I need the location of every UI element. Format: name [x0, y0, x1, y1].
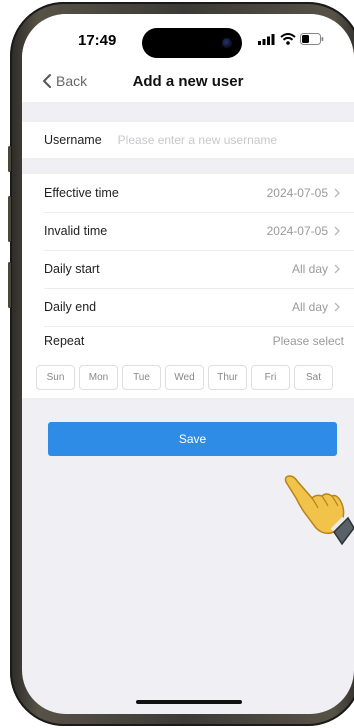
chevron-right-icon [334, 188, 340, 198]
hand-pointer-icon [284, 475, 354, 546]
invalid-time-row[interactable]: Invalid time 2024-07-05 [44, 212, 354, 251]
daily-end-row[interactable]: Daily end All day [44, 288, 354, 327]
day-chip-tue[interactable]: Tue [122, 365, 161, 390]
daily-end-value: All day [291, 300, 328, 314]
volume-up-button [8, 196, 11, 242]
silent-switch [8, 146, 11, 172]
invalid-time-label: Invalid time [44, 224, 108, 238]
camera-icon [222, 38, 232, 48]
status-time: 17:49 [78, 32, 117, 49]
daily-start-label: Daily start [44, 262, 100, 276]
effective-time-label: Effective time [44, 186, 119, 200]
chevron-right-icon [334, 264, 340, 274]
username-input[interactable] [115, 132, 300, 148]
username-row: Username [22, 122, 354, 158]
status-icons [258, 33, 324, 45]
save-button[interactable]: Save [48, 422, 337, 456]
day-chip-thur[interactable]: Thur [208, 365, 247, 390]
chevron-right-icon [334, 226, 340, 236]
phone-screen: 17:49 Back Add a new user Username Pleas… [22, 14, 354, 714]
day-chip-fri[interactable]: Fri [251, 365, 290, 390]
daily-end-label: Daily end [44, 300, 97, 314]
wifi-icon [280, 33, 296, 45]
day-chip-mon[interactable]: Mon [79, 365, 118, 390]
battery-icon [300, 33, 324, 45]
home-indicator[interactable] [136, 700, 242, 704]
page-title: Add a new user [132, 73, 244, 90]
daily-start-value: All day [291, 262, 328, 276]
section-spacer [22, 158, 354, 174]
volume-down-button [8, 262, 11, 308]
chevron-right-icon [334, 302, 340, 312]
day-chip-sat[interactable]: Sat [294, 365, 333, 390]
invalid-time-value: 2024-07-05 [266, 224, 328, 238]
effective-time-row[interactable]: Effective time 2024-07-05 [44, 174, 354, 213]
effective-time-value: 2024-07-05 [266, 186, 328, 200]
status-bar: 17:49 [22, 14, 354, 70]
repeat-label: Repeat [44, 334, 85, 348]
section-spacer [22, 102, 354, 122]
repeat-value: Please select [272, 334, 344, 348]
day-chip-wed[interactable]: Wed [165, 365, 204, 390]
weekday-selector: Sun Mon Tue Wed Thur Fri Sat [36, 365, 333, 390]
dynamic-island [142, 28, 242, 58]
nav-bar: Back Add a new user [22, 70, 354, 102]
daily-start-row[interactable]: Daily start All day [44, 250, 354, 289]
settings-list: Effective time 2024-07-05 Invalid time 2… [22, 174, 354, 398]
signal-icon [258, 33, 275, 45]
username-label: Username [44, 133, 102, 147]
day-chip-sun[interactable]: Sun [36, 365, 75, 390]
repeat-row[interactable]: Repeat Please select [44, 326, 354, 356]
